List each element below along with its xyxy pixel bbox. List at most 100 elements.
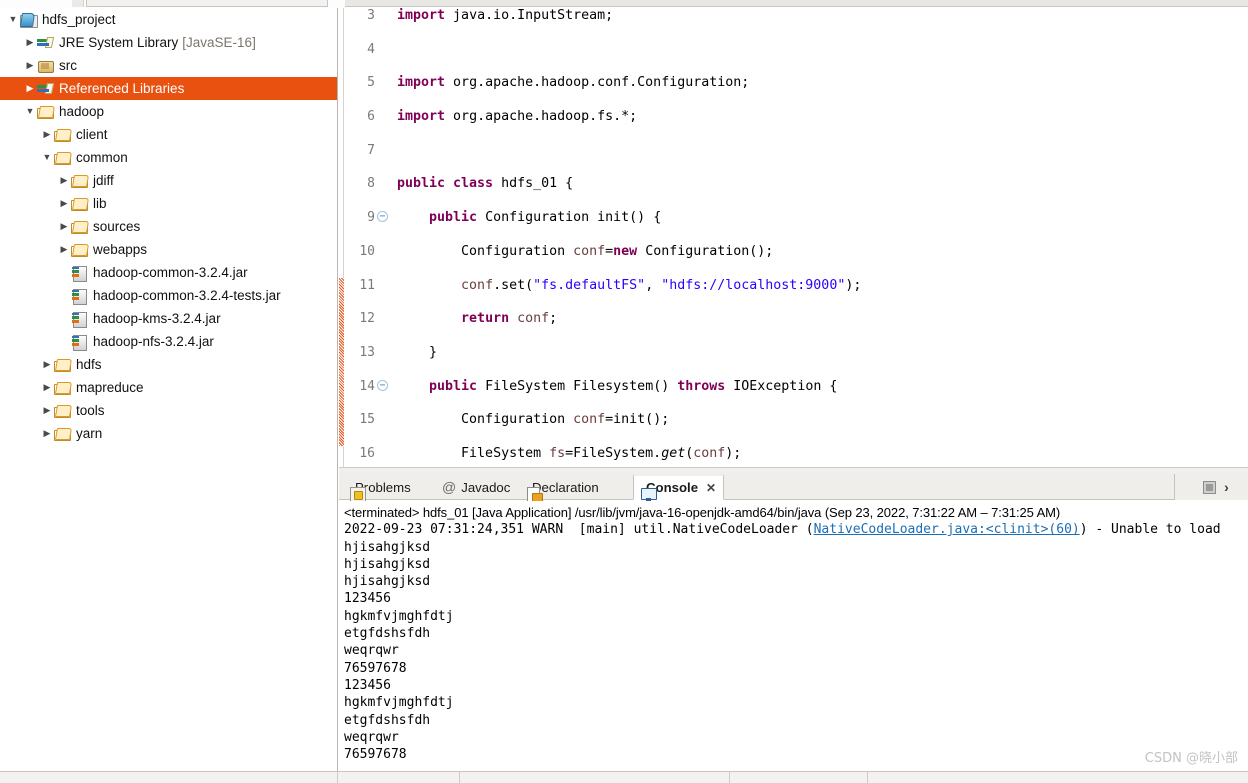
tree-item-hadoop-nfs-3-2-4-jar[interactable]: hadoop-nfs-3.2.4.jar	[0, 330, 337, 353]
chevron-right-icon[interactable]: ›	[1224, 479, 1229, 495]
tree-item-src[interactable]: ▶ src	[0, 54, 337, 77]
tree-item-jdiff[interactable]: ▶jdiff	[0, 169, 337, 192]
chevron-right-icon[interactable]: ▶	[57, 238, 71, 261]
source-code-area[interactable]: 3import java.io.InputStream; 4 5import org…	[339, 8, 1248, 474]
code-text: import org.apache.hadoop.conf.Configurat…	[397, 75, 749, 92]
tree-item-label: JRE System Library	[59, 31, 178, 54]
tree-item-hdfs[interactable]: ▶ hdfs	[0, 353, 337, 376]
folder-icon	[54, 357, 72, 373]
java-editor[interactable]: 3import java.io.InputStream; 4 5import org…	[339, 8, 1248, 474]
jar-icon	[71, 311, 89, 327]
tree-item-label: common	[76, 146, 128, 169]
code-line-14[interactable]: 14− public FileSystem Filesystem() throw…	[339, 379, 1248, 396]
tree-item-hadoop-common-3-2-4-tests-jar[interactable]: hadoop-common-3.2.4-tests.jar	[0, 284, 337, 307]
console-output-line: weqrqwr	[344, 642, 1248, 659]
code-line-16[interactable]: 16 FileSystem fs=FileSystem.get(conf);	[339, 446, 1248, 463]
jar-icon	[71, 265, 89, 281]
tree-item-jre-system-library[interactable]: ▶JRE System Library[JavaSE-16]	[0, 31, 337, 54]
tree-item-label: hdfs	[76, 353, 102, 376]
line-number: 9	[339, 210, 375, 227]
tree-item-hadoop-common-3-2-4-jar[interactable]: hadoop-common-3.2.4.jar	[0, 261, 337, 284]
console-output-line: 76597678	[344, 746, 1248, 763]
code-line-15[interactable]: 15 Configuration conf=init();	[339, 412, 1248, 429]
tree-item-label: sources	[93, 215, 140, 238]
console-output[interactable]: <terminated> hdfs_01 [Java Application] …	[339, 501, 1248, 771]
tab-javadoc[interactable]: @Javadoc	[435, 474, 517, 500]
tree-item-referenced-libraries[interactable]: ▶ Referenced Libraries	[0, 77, 337, 100]
chevron-right-icon[interactable]: ▶	[40, 353, 54, 376]
code-line-9[interactable]: 9− public Configuration init() {	[339, 210, 1248, 227]
code-line-3[interactable]: 3import java.io.InputStream;	[339, 8, 1248, 25]
code-line-5[interactable]: 5import org.apache.hadoop.conf.Configura…	[339, 75, 1248, 92]
chevron-right-icon[interactable]: ▶	[57, 192, 71, 215]
tree-item-sources[interactable]: ▶ sources	[0, 215, 337, 238]
chevron-right-icon[interactable]: ▶	[40, 376, 54, 399]
stacktrace-link[interactable]: NativeCodeLoader.java:<clinit>(60)	[814, 522, 1080, 537]
console-output-line: 123456	[344, 590, 1248, 607]
tree-item-mapreduce[interactable]: ▶mapreduce	[0, 376, 337, 399]
console-output-line: 76597678	[344, 660, 1248, 677]
tree-item-common[interactable]: ▼ common	[0, 146, 337, 169]
chevron-right-icon[interactable]: ▶	[40, 123, 54, 146]
close-icon[interactable]: ✕	[706, 481, 716, 495]
tree-item-hadoop[interactable]: ▼hadoop	[0, 100, 337, 123]
line-number: 12	[339, 311, 375, 328]
code-line-13[interactable]: 13 }	[339, 345, 1248, 362]
folder-icon	[54, 150, 72, 166]
code-line-7[interactable]: 7	[339, 143, 1248, 160]
tab-console[interactable]: Console✕	[633, 474, 724, 500]
tree-item-hadoop-kms-3-2-4-jar[interactable]: hadoop-kms-3.2.4.jar	[0, 307, 337, 330]
console-toolbar[interactable]: ›	[1184, 474, 1248, 500]
tab-label: Javadoc	[461, 480, 510, 495]
code-line-11[interactable]: 11 conf.set("fs.defaultFS", "hdfs://loca…	[339, 278, 1248, 295]
tree-item-yarn[interactable]: ▶yarn	[0, 422, 337, 445]
chevron-down-icon[interactable]: ▼	[6, 8, 20, 31]
fold-collapse-icon[interactable]: −	[377, 380, 388, 391]
chevron-right-icon[interactable]: ▶	[23, 54, 37, 77]
line-number: 16	[339, 446, 375, 463]
chevron-right-icon[interactable]: ▶	[40, 399, 54, 422]
console-output-line: 123456	[344, 677, 1248, 694]
tree-item-webapps[interactable]: ▶webapps	[0, 238, 337, 261]
project-icon	[20, 12, 38, 28]
tab-declaration[interactable]: Declaration	[520, 474, 606, 500]
code-line-8[interactable]: 8public class hdfs_01 {	[339, 176, 1248, 193]
editor-tab-remnant[interactable]	[86, 0, 328, 7]
code-text: return conf;	[397, 311, 557, 328]
code-text: public FileSystem Filesystem() throws IO…	[397, 379, 837, 396]
console-output-line: hjisahgjksd	[344, 556, 1248, 573]
package-explorer-tree[interactable]: ▼hdfs_project▶JRE System Library[JavaSE-…	[0, 8, 338, 783]
warn-prefix: 2022-09-23 07:31:24,351 WARN [main] util…	[344, 522, 814, 537]
line-number: 4	[339, 42, 375, 59]
code-text: conf.set("fs.defaultFS", "hdfs://localho…	[397, 278, 861, 295]
console-output-line: hjisahgjksd	[344, 539, 1248, 556]
code-line-12[interactable]: 12 return conf;	[339, 311, 1248, 328]
tree-item-label: Referenced Libraries	[59, 77, 184, 100]
chevron-right-icon[interactable]: ▶	[57, 215, 71, 238]
library-icon	[37, 81, 55, 97]
terminate-icon[interactable]	[1203, 481, 1216, 494]
view-tab-bar[interactable]: › Problems @JavadocDeclaration Console✕	[339, 474, 1248, 500]
tree-item-tools[interactable]: ▶tools	[0, 399, 337, 422]
chevron-down-icon[interactable]: ▼	[40, 146, 54, 169]
tree-item-lib[interactable]: ▶lib	[0, 192, 337, 215]
fold-collapse-icon[interactable]: −	[377, 211, 388, 222]
tab-problems[interactable]: Problems	[343, 474, 418, 500]
console-output-line: hgkmfvjmghfdtj	[344, 608, 1248, 625]
chevron-right-icon[interactable]: ▶	[23, 31, 37, 54]
chevron-down-icon[interactable]: ▼	[23, 100, 37, 123]
chevron-right-icon[interactable]: ▶	[40, 422, 54, 445]
tree-item-label: src	[59, 54, 77, 77]
chevron-right-icon[interactable]: ▶	[57, 169, 71, 192]
console-output-line: hjisahgjksd	[344, 573, 1248, 590]
folder-icon	[54, 426, 72, 442]
code-line-4[interactable]: 4	[339, 42, 1248, 59]
tree-item-client[interactable]: ▶client	[0, 123, 337, 146]
tree-item-label: hadoop-common-3.2.4-tests.jar	[93, 284, 281, 307]
console-output-line: hgkmfvjmghfdtj	[344, 694, 1248, 711]
code-line-6[interactable]: 6import org.apache.hadoop.fs.*;	[339, 109, 1248, 126]
tree-item-hdfs-project[interactable]: ▼hdfs_project	[0, 8, 337, 31]
chevron-right-icon[interactable]: ▶	[23, 77, 37, 100]
code-line-10[interactable]: 10 Configuration conf=new Configuration(…	[339, 244, 1248, 261]
folder-icon	[54, 380, 72, 396]
